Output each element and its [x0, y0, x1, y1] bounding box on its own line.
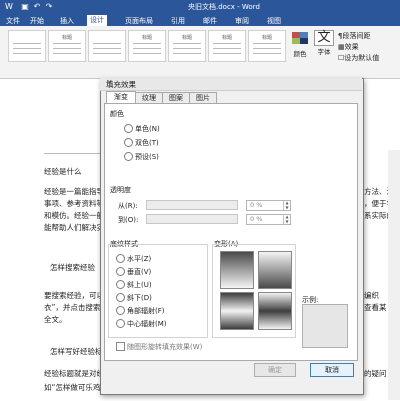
ok-button[interactable]: 确定 [254, 363, 296, 377]
doc-line: 经验是一篇能指导 [44, 187, 104, 196]
to-label: 到(O): [118, 216, 139, 224]
from-transparency-slider[interactable] [146, 200, 238, 210]
style-gallery-item[interactable]: 标题 [48, 30, 86, 62]
two-colors-radio[interactable] [124, 138, 133, 147]
from-transparency-spinner[interactable]: 0 % ▲ ▼ [246, 200, 291, 211]
two-colors-label: 双色(T) [135, 139, 159, 147]
spinner-arrows-icon[interactable]: ▲ ▼ [283, 214, 290, 224]
tab-view[interactable]: 视图 [264, 16, 284, 26]
title-bar: W ▣ ↶ ↷ 央旧文档.docx - Word [0, 0, 400, 14]
from-corner-radio[interactable] [116, 306, 125, 315]
one-color-label: 单色(N) [135, 125, 160, 133]
vertical-radio[interactable] [116, 267, 125, 276]
variant-swatch[interactable] [220, 251, 254, 289]
tab-mailings[interactable]: 邮件 [200, 16, 220, 26]
redo-icon[interactable]: ↷ [44, 2, 54, 11]
rotate-with-shape-label: 随图形旋转填充效果(W) [127, 343, 203, 351]
doc-line: 事项、参考资料等 [44, 199, 104, 208]
doc-line: 要搜索经验，可以 [44, 291, 104, 300]
spinner-arrows-icon[interactable]: ▲ ▼ [283, 200, 290, 210]
paragraph-spacing-button[interactable]: ¶段落间距 [338, 31, 370, 41]
variant-swatch[interactable] [258, 251, 292, 289]
tab-layout[interactable]: 页面布局 [122, 16, 156, 26]
tab-design[interactable]: 设计 [87, 15, 107, 26]
variant-swatch[interactable] [220, 292, 254, 330]
doc-line: 和模仿。经验一般 [44, 211, 104, 220]
to-transparency-slider[interactable] [146, 214, 238, 224]
fonts-button[interactable]: 文 字体 [314, 30, 334, 56]
style-gallery-item[interactable] [8, 30, 46, 62]
style-gallery-item[interactable]: 标题 [248, 30, 286, 62]
doc-line-tail: 的疑问 [364, 369, 387, 378]
style-gallery-item[interactable] [88, 30, 126, 62]
doc-line: 经验标题就是对经 [44, 369, 104, 378]
diagonal-down-label: 斜下(D) [127, 294, 152, 302]
colors-button[interactable]: 颜色 [290, 30, 310, 58]
style-gallery-item[interactable]: 标题 [208, 30, 246, 62]
colors-icon [292, 32, 308, 44]
from-center-label: 中心辐射(M) [127, 320, 167, 328]
tab-home[interactable]: 开始 [27, 16, 47, 26]
transparency-group-label: 透明度 [110, 186, 131, 194]
effects-button[interactable]: ▦效果 [338, 42, 359, 52]
from-label: 从(R): [118, 202, 138, 210]
tab-references[interactable]: 引用 [168, 16, 188, 26]
rotate-with-shape-checkbox[interactable] [116, 342, 125, 351]
diagonal-down-radio[interactable] [116, 293, 125, 302]
fonts-icon: 文 [314, 30, 334, 46]
from-center-radio[interactable] [116, 319, 125, 328]
preset-radio[interactable] [124, 152, 133, 161]
set-default-button[interactable]: ☐设为默认值 [338, 53, 379, 63]
doc-line-tail: 查看某 [364, 303, 387, 312]
doc-line: 衣”，并点击搜索 [44, 303, 101, 312]
doc-line: 全文。 [44, 315, 67, 324]
preset-label: 预设(S) [135, 153, 159, 161]
cancel-button[interactable]: 取消 [310, 363, 354, 377]
undo-icon[interactable]: ↶ [32, 2, 42, 11]
tab-insert[interactable]: 插入 [57, 16, 77, 26]
diagonal-up-radio[interactable] [116, 280, 125, 289]
doc-line-tail: 编织 [364, 291, 379, 300]
tab-file[interactable]: 文件 [3, 16, 23, 26]
style-gallery-item[interactable]: 标题 [168, 30, 206, 62]
word-logo-icon: W [5, 2, 13, 11]
vertical-label: 垂直(V) [127, 268, 152, 276]
horizontal-radio[interactable] [116, 254, 125, 263]
horizontal-label: 水平(Z) [127, 255, 152, 263]
style-gallery-item[interactable]: 标题 [128, 30, 166, 62]
tab-review[interactable]: 审阅 [232, 16, 252, 26]
diagonal-up-label: 斜上(U) [127, 281, 152, 289]
doc-heading: 怎样搜索经验 [50, 263, 95, 272]
close-icon[interactable]: ✕ [106, 78, 358, 87]
variant-swatch[interactable] [258, 292, 292, 330]
one-color-radio[interactable] [124, 124, 133, 133]
doc-heading: 经验是什么 [44, 167, 82, 176]
window-title: 央旧文档.docx - Word [188, 3, 260, 11]
doc-line: 能帮助人们解决实 [44, 223, 104, 232]
vertical-scrollbar[interactable] [388, 150, 400, 400]
to-transparency-spinner[interactable]: 0 % ▲ ▼ [246, 214, 291, 225]
from-corner-label: 角部辐射(F) [127, 307, 165, 315]
dialog-title-bar: 填充效果 ✕ [100, 78, 362, 91]
colors-group-label: 颜色 [110, 110, 124, 118]
sample-preview [302, 304, 348, 348]
save-icon[interactable]: ▣ [20, 2, 30, 11]
